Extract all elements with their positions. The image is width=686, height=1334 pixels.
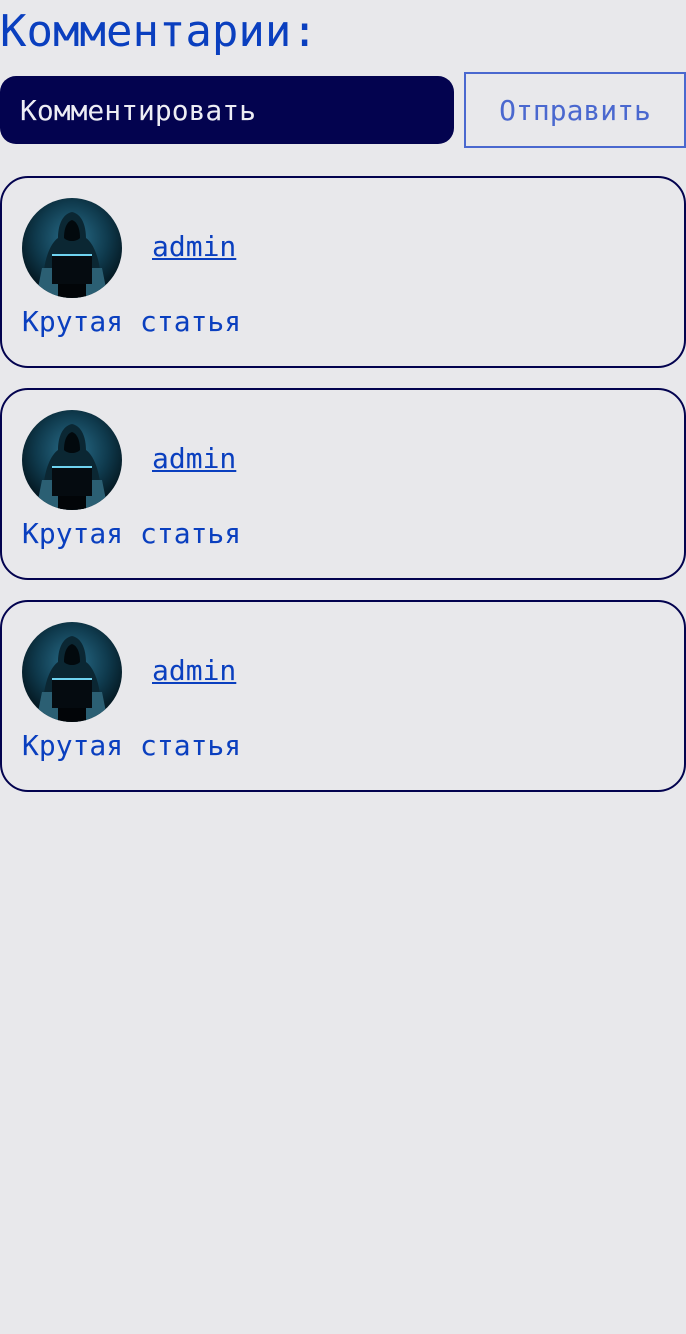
comments-page: Комментарии: Отправить (0, 0, 686, 1334)
page-title: Комментарии: (0, 6, 318, 57)
comment-author-link[interactable]: admin (152, 229, 236, 265)
avatar (22, 410, 122, 510)
comment-list: admin Крутая статья admin Крутая статья … (0, 176, 686, 812)
comment-text: Крутая статья (22, 305, 242, 338)
comment-card: admin Крутая статья (0, 600, 686, 792)
comment-text: Крутая статья (22, 729, 242, 762)
comment-author-link[interactable]: admin (152, 653, 236, 689)
avatar (22, 198, 122, 298)
comment-text: Крутая статья (22, 517, 242, 550)
avatar (22, 622, 122, 722)
send-button[interactable]: Отправить (464, 72, 686, 148)
hooded-hacker-avatar-icon (22, 622, 122, 722)
hooded-hacker-avatar-icon (22, 198, 122, 298)
comment-card: admin Крутая статья (0, 176, 686, 368)
comment-card: admin Крутая статья (0, 388, 686, 580)
comment-input[interactable] (0, 76, 454, 144)
comment-author-link[interactable]: admin (152, 441, 236, 477)
hooded-hacker-avatar-icon (22, 410, 122, 510)
